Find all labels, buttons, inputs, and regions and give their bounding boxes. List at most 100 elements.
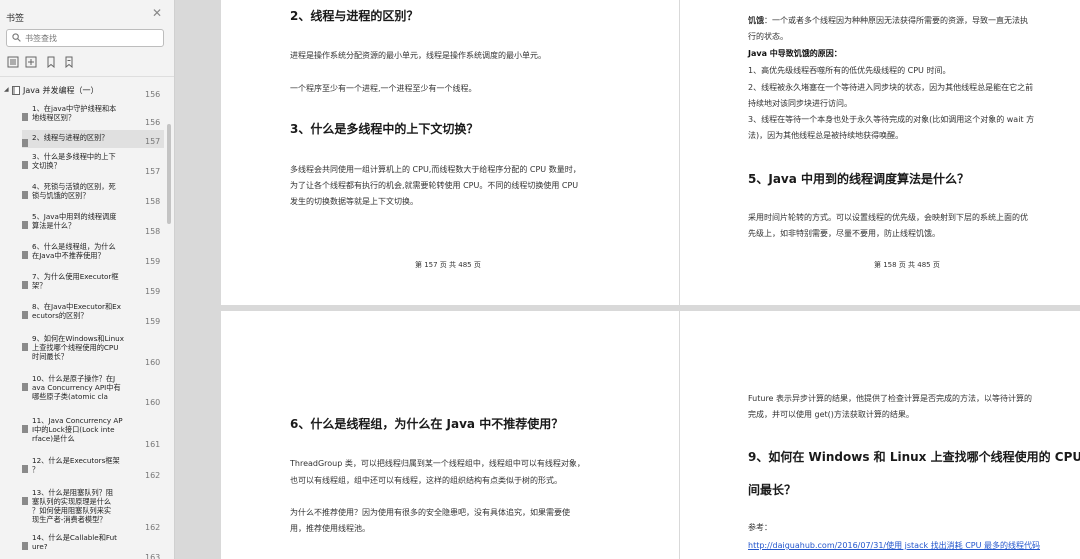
add-bookmark-icon[interactable] bbox=[45, 56, 57, 68]
paragraph-line: Future 表示异步计算的结果，他提供了检查计算是否完成的方法，以等待计算的 bbox=[748, 394, 1033, 403]
paragraph-line: 先级上，如非特别需要，尽量不要用，防止线程饥饿。 bbox=[748, 229, 940, 238]
page-footer: 第 158 页 共 485 页 bbox=[874, 261, 940, 269]
paragraph-line: 饥饿：一个或者多个线程因为种种原因无法获得所需要的资源，导致一直无法执 bbox=[748, 15, 1028, 26]
bookmark-item[interactable]: 14、什么是Callable和Fut ure? 163 bbox=[22, 533, 164, 559]
bookmark-item[interactable]: 4、死锁与活锁的区别，死 锁与饥饿的区别？ 158 bbox=[22, 182, 164, 206]
bookmark-label: 5、Java中用到的线程调度 算法是什么？ bbox=[32, 212, 117, 230]
bookmark-item[interactable]: 8、在Java中Executor和Ex ecutors的区别？ 159 bbox=[22, 302, 164, 326]
paragraph-line: ThreadGroup 类，可以把线程归属到某一个线程组中，线程组中可以有线程对… bbox=[290, 459, 585, 468]
bookmark-page: 158 bbox=[145, 227, 161, 236]
bookmark-item[interactable]: 3、什么是多线程中的上下 文切换？ 157 bbox=[22, 152, 164, 176]
bookmark-sidebar: 书签 ✕ ◢ bbox=[0, 0, 175, 559]
delete-bookmark-icon[interactable] bbox=[63, 56, 75, 68]
bookmark-icon bbox=[22, 535, 28, 550]
list-item-cont: 持续地对该同步块进行访问。 bbox=[748, 99, 852, 108]
section-heading-cont: 间最长？ bbox=[748, 483, 797, 497]
bookmark-icon bbox=[22, 244, 28, 259]
collapse-all-icon[interactable] bbox=[25, 56, 37, 68]
bookmark-label: 9、如何在Windows和Linux 上查找哪个线程使用的CPU 时间最长？ bbox=[32, 334, 124, 361]
bookmark-icon bbox=[22, 490, 28, 505]
section-heading: 3、什么是多线程中的上下文切换？ bbox=[290, 122, 479, 136]
bookmark-icon bbox=[22, 154, 28, 169]
bookmark-item[interactable]: 5、Java中用到的线程调度 算法是什么？ 158 bbox=[22, 212, 164, 236]
subheading: Java 中导致饥饿的原因： bbox=[748, 49, 842, 58]
bookmark-page: 162 bbox=[145, 471, 161, 480]
bookmark-icon bbox=[22, 132, 28, 147]
section-heading: 5、Java 中用到的线程调度算法是什么？ bbox=[748, 172, 970, 186]
document-page-158-top: 饥饿：一个或者多个线程因为种种原因无法获得所需要的资源，导致一直无法执 行的状态… bbox=[680, 0, 1080, 305]
list-item-cont: 法)，因为其他线程总是被持续地获得唤醒。 bbox=[748, 131, 904, 140]
bookmark-page: 159 bbox=[145, 287, 161, 296]
close-icon[interactable]: ✕ bbox=[152, 6, 162, 20]
list-item: 1、高优先级线程吞噬所有的低优先级线程的 CPU 时间。 bbox=[748, 66, 951, 75]
paragraph-line: 多线程会共同使用一组计算机上的 CPU,而线程数大于给程序分配的 CPU 数量时… bbox=[290, 165, 581, 174]
bookmark-page: 156 bbox=[145, 118, 161, 127]
bookmark-page: 163 bbox=[145, 553, 161, 559]
document-page-160: Future 表示异步计算的结果，他提供了检查计算是否完成的方法，以等待计算的 … bbox=[680, 311, 1080, 559]
list-item: 2、线程被永久堵塞在一个等待进入同步块的状态，因为其他线程总是能在它之前 bbox=[748, 83, 1034, 92]
bookmark-item[interactable]: 11、Java Concurrency AP I中的Lock接口(Lock in… bbox=[22, 416, 164, 449]
bookmark-item[interactable]: 10、什么是原子操作？在J ava Concurrency API中有 哪些原子… bbox=[22, 374, 164, 407]
paragraph: 进程是操作系统分配资源的最小单元，线程是操作系统调度的最小单元。 bbox=[290, 51, 546, 60]
paragraph-line: 为什么不推荐使用？因为使用有很多的安全隐患吧，没有具体追究，如果需要使 bbox=[290, 508, 570, 517]
bookmark-label: 12、什么是Executors框架 ？ bbox=[32, 456, 120, 474]
bookmark-item[interactable]: 13、什么是阻塞队列？阻 塞队列的实现原理是什么 ？如何使用阻塞队列来实 现生产… bbox=[22, 488, 164, 532]
bookmark-item[interactable]: 9、如何在Windows和Linux 上查找哪个线程使用的CPU 时间最长？ 1… bbox=[22, 334, 164, 367]
bookmark-item[interactable]: 1、在java中守护线程和本 地线程区别？ 156 bbox=[22, 104, 164, 127]
paragraph-line: 发生的切换数据等就是上下文切换。 bbox=[290, 197, 418, 206]
bookmark-label: 7、为什么使用Executor框 架？ bbox=[32, 272, 119, 290]
document-page-159: 6、什么是线程组，为什么在 Java 中不推荐使用？ ThreadGroup 类… bbox=[221, 311, 679, 559]
paragraph-line: 行的状态。 bbox=[748, 32, 788, 41]
bookmark-root[interactable]: ◢ Java 并发编程（一） 156 bbox=[4, 84, 164, 99]
bookmark-item[interactable]: 7、为什么使用Executor框 架？ 159 bbox=[22, 272, 164, 296]
bookmark-label: 6、什么是线程组，为什么 在Java中不推荐使用？ bbox=[32, 242, 116, 260]
bookmark-page: 157 bbox=[145, 167, 161, 176]
bookmark-root-page: 156 bbox=[145, 90, 161, 99]
bookmark-label: 8、在Java中Executor和Ex ecutors的区别？ bbox=[32, 302, 121, 320]
section-heading: 9、如何在 Windows 和 Linux 上查找哪个线程使用的 CPU 时 bbox=[748, 450, 1080, 464]
section-heading: 6、什么是线程组，为什么在 Java 中不推荐使用？ bbox=[290, 417, 564, 431]
bookmark-label: 11、Java Concurrency AP I中的Lock接口(Lock in… bbox=[32, 416, 123, 443]
paragraph-line: 用，推荐使用线程池。 bbox=[290, 524, 370, 533]
bookmark-page: 161 bbox=[145, 440, 161, 449]
sidebar-header: 书签 ✕ bbox=[6, 6, 166, 24]
paragraph-line: 采用时间片轮转的方式。可以设置线程的优先级，会映射到下层的系统上面的优 bbox=[748, 213, 1028, 222]
page-footer: 第 157 页 共 485 页 bbox=[415, 261, 481, 269]
reference-label: 参考： bbox=[748, 523, 772, 532]
term-definition: ：一个或者多个线程因为种种原因无法获得所需要的资源，导致一直无法执 bbox=[764, 16, 1028, 25]
reference-link[interactable]: http://daiguahub.com/2016/07/31/使用 jstac… bbox=[748, 540, 1040, 551]
bookmark-search-input[interactable] bbox=[25, 31, 159, 45]
sidebar-scrollbar-thumb[interactable] bbox=[167, 124, 171, 224]
bookmark-icon bbox=[22, 376, 28, 391]
sidebar-title: 书签 bbox=[6, 14, 25, 24]
expand-all-icon[interactable] bbox=[7, 56, 19, 68]
bookmark-search[interactable] bbox=[6, 29, 164, 47]
book-icon bbox=[12, 86, 20, 95]
paragraph-line: 为了让各个线程都有执行的机会,就需要轮转使用 CPU。不同的线程切换使用 CPU bbox=[290, 181, 579, 190]
bookmark-item[interactable]: 6、什么是线程组，为什么 在Java中不推荐使用？ 159 bbox=[22, 242, 164, 266]
paragraph-line: 完成，并可以使用 get()方法获取计算的结果。 bbox=[748, 410, 914, 419]
bookmark-item-active[interactable]: 2、线程与进程的区别？ 157 bbox=[22, 130, 164, 148]
expand-caret-icon[interactable]: ◢ bbox=[4, 86, 9, 93]
bookmark-icon bbox=[22, 458, 28, 473]
bookmark-icon bbox=[22, 184, 28, 199]
bookmark-label: 13、什么是阻塞队列？阻 塞队列的实现原理是什么 ？如何使用阻塞队列来实 现生产… bbox=[32, 488, 114, 524]
bookmark-icon bbox=[22, 106, 28, 121]
bookmark-page: 159 bbox=[145, 317, 161, 326]
bookmark-page: 157 bbox=[145, 137, 161, 146]
bookmark-icon bbox=[22, 336, 28, 351]
bookmark-label: 4、死锁与活锁的区别，死 锁与饥饿的区别？ bbox=[32, 182, 116, 200]
bookmark-icon bbox=[22, 274, 28, 289]
bookmark-page: 158 bbox=[145, 197, 161, 206]
bookmark-page: 160 bbox=[145, 398, 161, 407]
search-icon bbox=[12, 33, 21, 42]
bookmark-item[interactable]: 12、什么是Executors框架 ？ 162 bbox=[22, 456, 164, 480]
document-page-157-top: 2、线程与进程的区别？ 进程是操作系统分配资源的最小单元，线程是操作系统调度的最… bbox=[221, 0, 679, 305]
section-heading: 2、线程与进程的区别？ bbox=[290, 9, 419, 23]
bookmark-page: 162 bbox=[145, 523, 161, 532]
bookmark-root-label: Java 并发编程（一） bbox=[23, 86, 99, 95]
bookmark-icon bbox=[22, 214, 28, 229]
bookmark-icon bbox=[22, 418, 28, 433]
paragraph: 一个程序至少有一个进程,一个进程至少有一个线程。 bbox=[290, 84, 477, 93]
bookmark-label: 10、什么是原子操作？在J ava Concurrency API中有 哪些原子… bbox=[32, 374, 121, 401]
